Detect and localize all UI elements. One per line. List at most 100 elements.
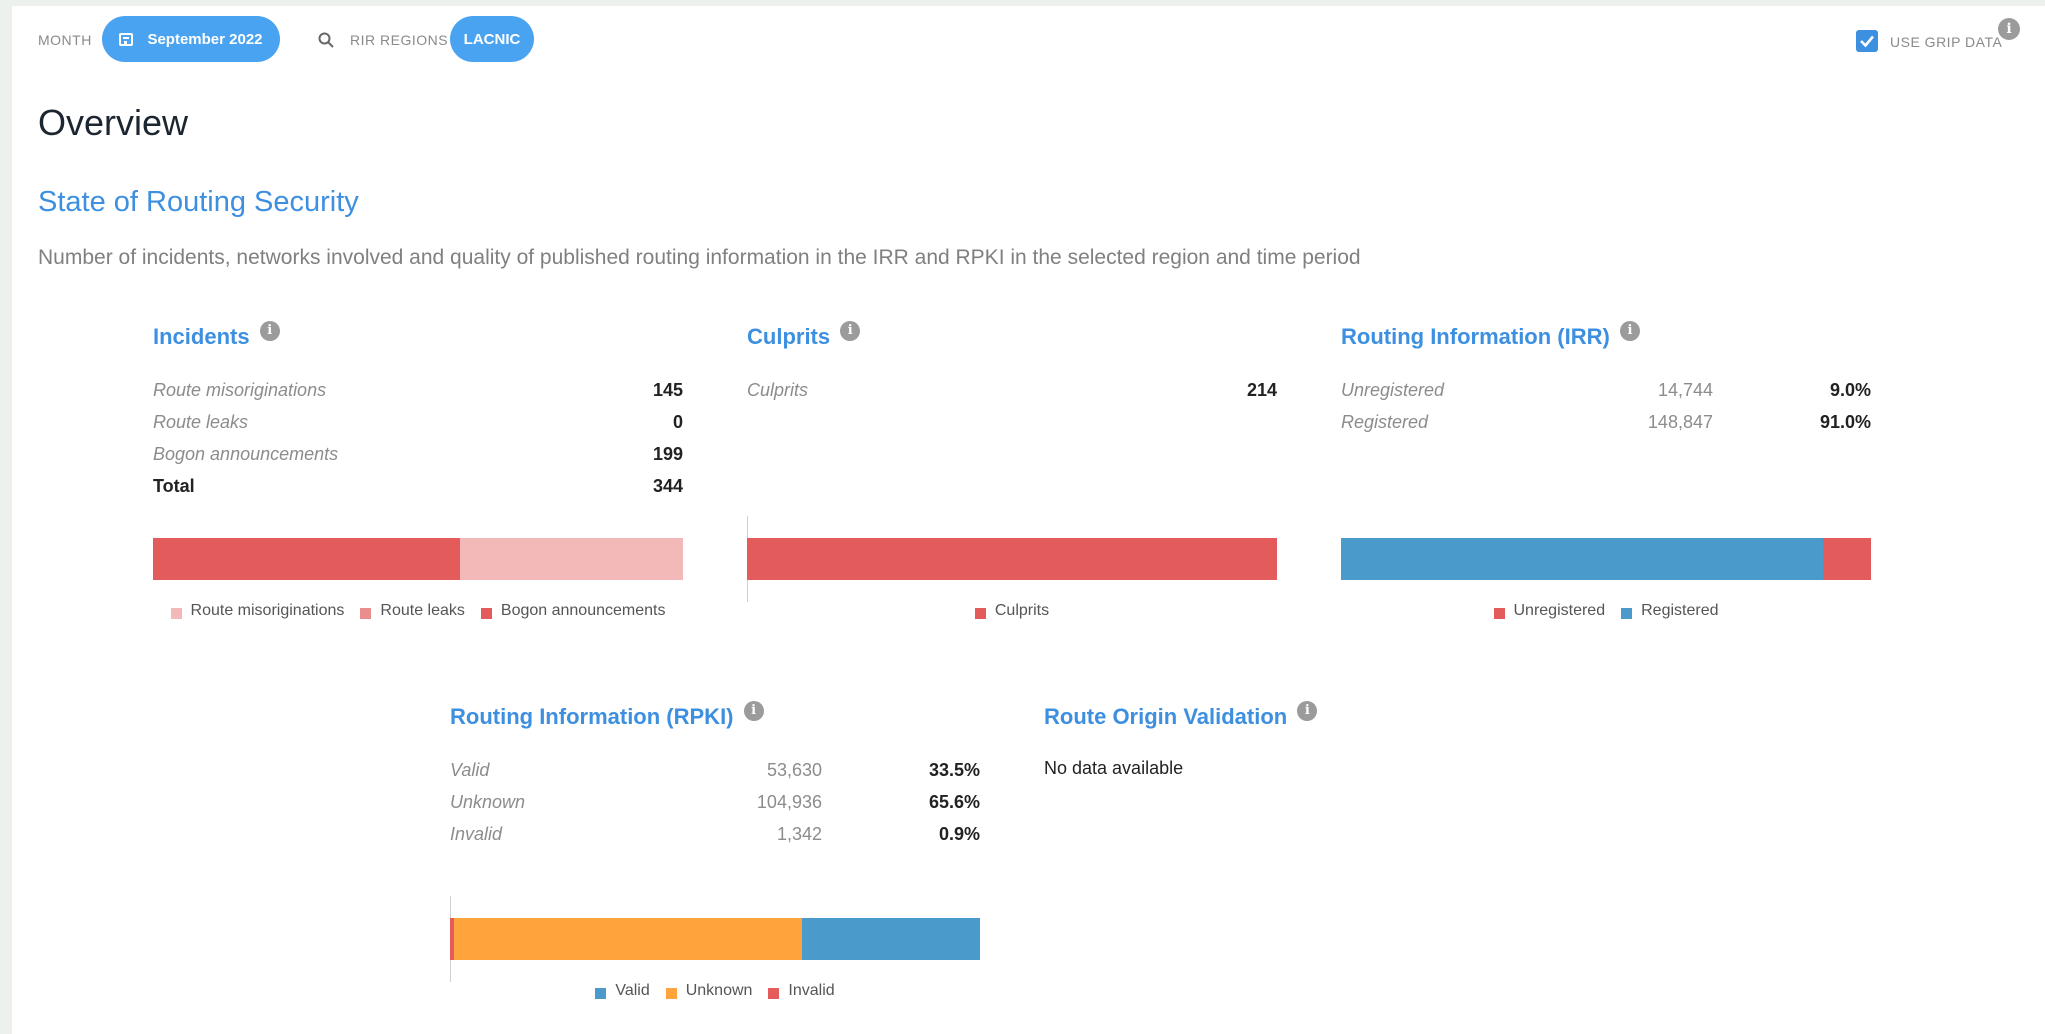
row-label: Route leaks: [153, 412, 249, 432]
use-grip-data-label: USE GRIP DATA: [1890, 34, 2003, 50]
grip-info-icon[interactable]: i: [1998, 18, 2020, 40]
legend-label: Invalid: [788, 982, 835, 999]
legend-item[interactable]: Culprits: [974, 602, 1050, 620]
bar-segment-unknown[interactable]: [454, 918, 803, 960]
bar-segment-misorig[interactable]: [459, 538, 683, 580]
total-label: Total: [153, 476, 195, 496]
row-value: 0: [672, 412, 683, 432]
legend-label: Culprits: [994, 602, 1050, 619]
irr-legend: Unregistered Registered: [1341, 602, 1871, 620]
legend-item[interactable]: Registered: [1621, 602, 1718, 620]
culprits-info-icon[interactable]: i: [840, 321, 861, 341]
row-count: 53,630: [766, 760, 822, 780]
bar-segment-registered[interactable]: [1341, 538, 1824, 580]
rir-region-chip[interactable]: LACNIC: [450, 16, 534, 62]
section-description: Number of incidents, networks involved a…: [38, 246, 1361, 269]
legend-swatch: [665, 987, 677, 999]
incidents-title: Incidents i: [153, 321, 280, 351]
use-grip-data-checkbox[interactable]: [1856, 30, 1878, 52]
irr-panel: Routing Information (IRR) i Unregistered…: [1341, 306, 1871, 636]
row-percent: 9.0%: [1829, 380, 1871, 400]
bar-segment-valid[interactable]: [802, 918, 980, 960]
bar-segment-unregistered[interactable]: [1823, 538, 1871, 580]
rir-region-value: LACNIC: [463, 30, 521, 48]
month-value: September 2022: [147, 30, 263, 48]
incidents-title-text: Incidents: [153, 324, 250, 349]
row-label: Registered: [1341, 412, 1429, 432]
rpki-stacked-bar[interactable]: [450, 918, 980, 960]
legend-swatch: [1621, 607, 1633, 619]
dashboard-page: MONTH September 2022 RIR REGIONS LACNIC …: [12, 6, 2045, 1034]
table-row: Route leaks 0: [153, 412, 683, 438]
rpki-title: Routing Information (RPKI) i: [450, 701, 764, 731]
legend-swatch: [768, 987, 780, 999]
culprits-panel: Culprits i Culprits 214 Culprits: [747, 306, 1277, 636]
row-label: Bogon announcements: [153, 444, 339, 464]
incidents-panel: Incidents i Route misoriginations 145 Ro…: [153, 306, 683, 636]
legend-label: Registered: [1641, 602, 1719, 619]
irr-title: Routing Information (IRR) i: [1341, 321, 1640, 351]
rpki-panel: Routing Information (RPKI) i Valid 53,63…: [450, 686, 980, 1016]
filter-bar: MONTH September 2022 RIR REGIONS LACNIC …: [12, 6, 2045, 78]
legend-item[interactable]: Invalid: [768, 982, 835, 1000]
row-label: Culprits: [747, 380, 809, 400]
page-title: Overview: [38, 102, 189, 143]
row-label: Unknown: [450, 792, 526, 812]
legend-swatch: [480, 607, 492, 619]
legend-swatch: [360, 607, 372, 619]
rov-title-text: Route Origin Validation: [1044, 704, 1288, 729]
culprits-bar[interactable]: [747, 538, 1277, 580]
search-icon[interactable]: [318, 32, 334, 48]
section-title: State of Routing Security: [38, 186, 359, 218]
legend-item[interactable]: Bogon announcements: [480, 602, 666, 620]
row-count: 148,847: [1647, 412, 1713, 432]
table-row: Route misoriginations 145: [153, 380, 683, 406]
rpki-title-text: Routing Information (RPKI): [450, 704, 734, 729]
legend-item[interactable]: Route leaks: [360, 602, 465, 620]
row-label: Valid: [450, 760, 490, 780]
row-percent: 0.9%: [938, 824, 980, 844]
legend-label: Unknown: [685, 982, 753, 999]
row-count: 1,342: [776, 824, 822, 844]
rir-regions-label: RIR REGIONS: [350, 32, 449, 48]
table-row: Bogon announcements 199: [153, 444, 683, 470]
legend-item[interactable]: Unknown: [665, 982, 753, 1000]
month-label: MONTH: [38, 32, 92, 48]
incidents-stacked-bar[interactable]: [153, 538, 683, 580]
rov-info-icon[interactable]: i: [1297, 701, 1318, 721]
bar-segment-bogon[interactable]: [153, 538, 460, 580]
calendar-icon: [119, 32, 134, 46]
total-value: 344: [652, 476, 683, 496]
irr-info-icon[interactable]: i: [1619, 321, 1640, 341]
row-label: Route misoriginations: [153, 380, 327, 400]
table-row: Unknown 104,936 65.6%: [450, 792, 980, 818]
legend-item[interactable]: Route misoriginations: [170, 602, 344, 620]
irr-stacked-bar[interactable]: [1341, 538, 1871, 580]
legend-item[interactable]: Unregistered: [1493, 602, 1606, 620]
incidents-legend: Route misoriginations Route leaks Bogon an…: [153, 602, 683, 620]
legend-label: Route leaks: [380, 602, 465, 619]
row-count: 14,744: [1657, 380, 1713, 400]
bar-segment-culprits[interactable]: [747, 538, 1277, 580]
rov-title: Route Origin Validation i: [1044, 701, 1318, 731]
row-label: Unregistered: [1341, 380, 1445, 400]
row-value: 199: [652, 444, 683, 464]
legend-label: Bogon announcements: [500, 602, 666, 619]
legend-label: Unregistered: [1513, 602, 1606, 619]
legend-item[interactable]: Valid: [595, 982, 650, 1000]
rpki-info-icon[interactable]: i: [743, 701, 764, 721]
culprits-title-text: Culprits: [747, 324, 831, 349]
incidents-info-icon[interactable]: i: [259, 321, 280, 341]
checkmark-icon: [1860, 35, 1874, 48]
table-row: Invalid 1,342 0.9%: [450, 824, 980, 850]
no-data-message: No data available: [1044, 758, 1184, 778]
table-row: Registered 148,847 91.0%: [1341, 412, 1871, 438]
month-picker-button[interactable]: September 2022: [102, 16, 280, 62]
row-percent: 65.6%: [928, 792, 980, 812]
row-value: 214: [1246, 380, 1277, 400]
table-row: Unregistered 14,744 9.0%: [1341, 380, 1871, 406]
table-row: Valid 53,630 33.5%: [450, 760, 980, 786]
culprits-legend: Culprits: [747, 602, 1277, 620]
legend-swatch: [1493, 607, 1505, 619]
row-value: 145: [652, 380, 683, 400]
